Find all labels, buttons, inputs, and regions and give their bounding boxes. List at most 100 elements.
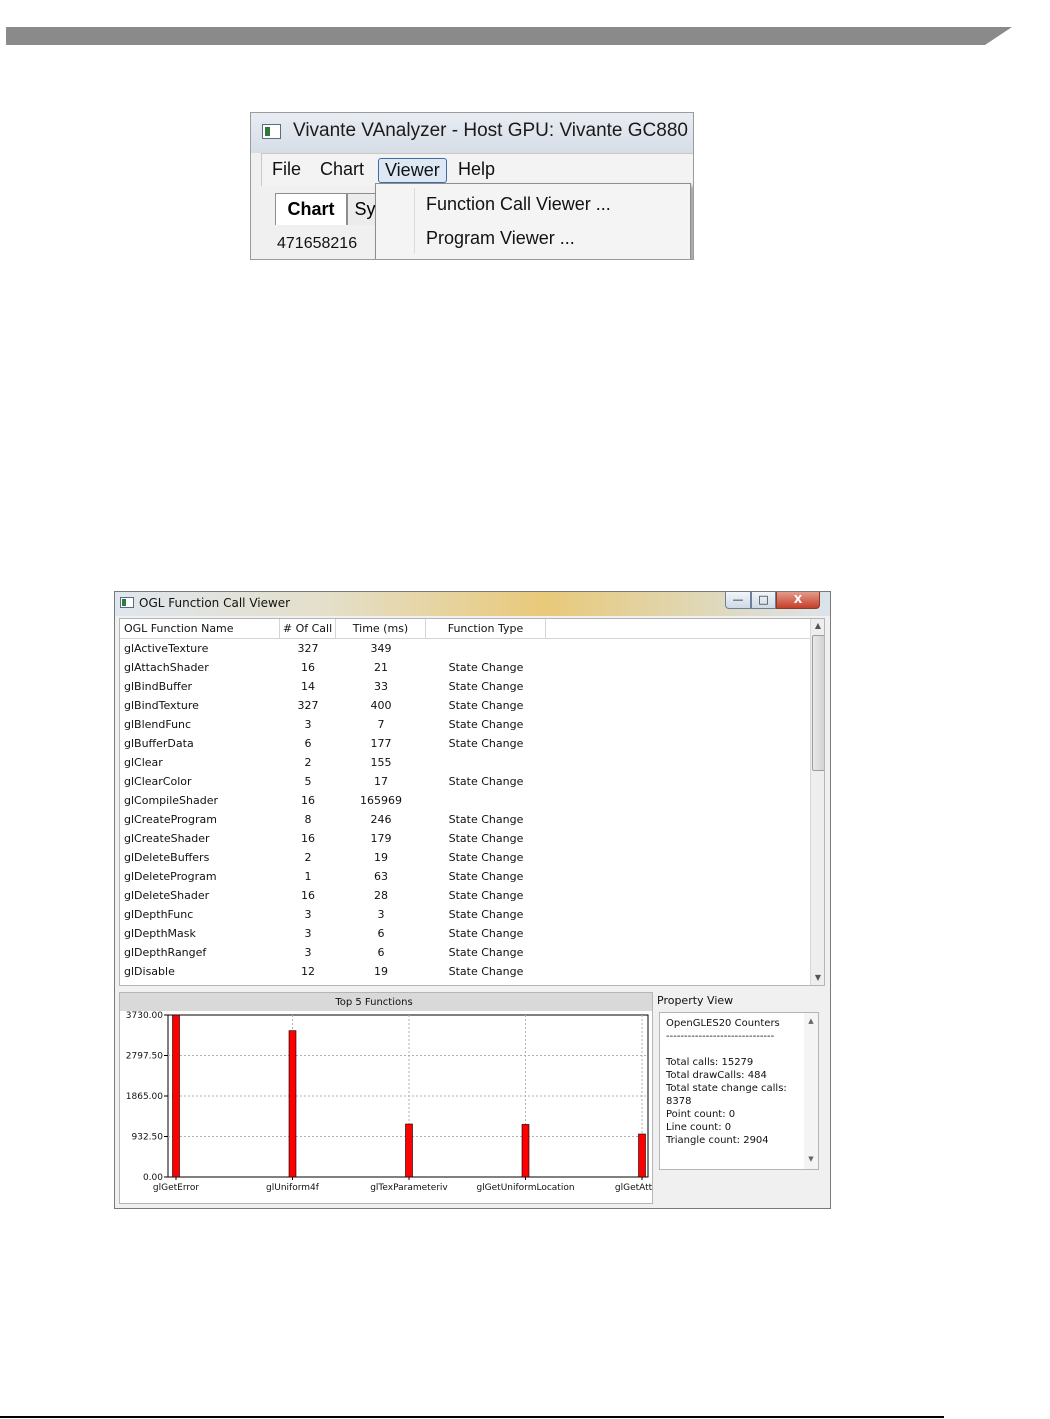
bar-3 [405,1123,413,1178]
table-row[interactable]: glDeleteBuffers 2 19 State Change [120,848,810,867]
table-row[interactable]: glDisable 12 19 State Change [120,962,810,981]
cell-function-type: State Change [448,661,524,674]
cell-function-name: glBindTexture [124,699,199,712]
cell-function-type: State Change [448,813,524,826]
document-header-bar [6,27,1012,45]
cell-function-type: State Change [448,718,524,731]
cell-time: 17 [374,775,388,788]
table-row[interactable]: glDepthFunc 3 3 State Change [120,905,810,924]
table-row[interactable]: glBufferData 6 177 State Change [120,734,810,753]
minimize-button[interactable]: — [725,592,751,609]
column-header-function-type[interactable]: Function Type [426,619,546,638]
table-row[interactable]: glActiveTexture 327 349 [120,639,810,658]
menu-item-function-call-viewer[interactable]: Function Call Viewer ... [426,194,611,215]
column-header-time[interactable]: Time (ms) [336,619,426,638]
cell-function-name: glCreateProgram [124,813,218,826]
ogl-titlebar: OGL Function Call Viewer — □ X [115,592,830,616]
menu-file[interactable]: File [266,158,307,181]
cell-call-count: 2 [304,756,312,769]
cell-function-name: glDepthMask [124,927,196,940]
x-tick-label: glGetError [153,1183,199,1193]
cell-time: 33 [374,680,388,693]
cell-function-type: State Change [448,699,524,712]
menu-help[interactable]: Help [452,158,501,181]
cell-call-count: 6 [304,737,312,750]
cell-function-type: State Change [448,851,524,864]
maximize-button[interactable]: □ [751,592,776,609]
cell-function-name: glClear [124,756,163,769]
cell-function-type: State Change [448,965,524,978]
chart-title: Top 5 Functions [334,997,412,1008]
table-row[interactable]: glCompileShader 16 165969 [120,791,810,810]
cell-time: 179 [370,832,392,845]
table-row[interactable]: glClearColor 5 17 State Change [120,772,810,791]
x-tick-label: glUniform4f [266,1183,320,1193]
cell-time: 19 [374,965,388,978]
cell-call-count: 12 [301,965,315,978]
table-row[interactable]: glAttachShader 16 21 State Change [120,658,810,677]
close-button[interactable]: X [776,592,820,609]
cell-function-type [426,753,546,772]
vanalyzer-menubar: File Chart Viewer Help [261,153,693,186]
cell-time: 21 [374,661,388,674]
cell-function-type: State Change [448,737,524,750]
cell-time: 6 [377,946,385,959]
cell-call-count: 16 [301,661,315,674]
column-header-function-name[interactable]: OGL Function Name [120,619,280,638]
cell-call-count: 2 [304,851,312,864]
cell-call-count: 327 [297,642,319,655]
cell-time: 155 [370,756,392,769]
y-tick-label: 1865.00 [126,1092,163,1102]
y-tick-label: 3730.00 [126,1011,163,1021]
table-row[interactable]: glCreateProgram 8 246 State Change [120,810,810,829]
property-view-text: OpenGLES20 Counters --------------------… [666,1018,787,1146]
scroll-up-arrow-icon[interactable]: ▲ [811,619,824,633]
table-row[interactable]: glDepthRangef 3 6 State Change [120,943,810,962]
column-header-call-count[interactable]: # Of Call [280,619,336,638]
cell-function-name: glDeleteBuffers [124,851,210,864]
cell-function-name: glDeleteProgram [124,870,217,883]
tab-chart[interactable]: Chart [275,193,347,225]
table-row[interactable]: glCreateShader 16 179 State Change [120,829,810,848]
menu-item-program-viewer[interactable]: Program Viewer ... [426,228,575,249]
vanalyzer-titlebar: Vivante VAnalyzer - Host GPU: Vivante GC… [251,113,693,153]
table-row[interactable]: glBlendFunc 3 7 State Change [120,715,810,734]
menu-viewer[interactable]: Viewer [378,158,447,183]
x-tick-label: glTexParameteriv [370,1183,448,1193]
cell-function-name: glBlendFunc [124,718,192,731]
property-view-scrollbar[interactable]: ▲ ▼ [804,1013,818,1169]
table-vertical-scrollbar[interactable]: ▲ ▼ [810,619,824,985]
cell-call-count: 3 [304,946,312,959]
bar-2 [288,1030,297,1178]
bar-1 [172,1014,180,1178]
viewer-dropdown-menu: Function Call Viewer ... Program Viewer … [375,183,691,259]
table-row[interactable]: glClear 2 155 [120,753,810,772]
table-row[interactable]: glDeleteProgram 1 63 State Change [120,867,810,886]
cell-function-type: State Change [448,889,524,902]
cell-function-name: glDisable [124,965,175,978]
table-header: OGL Function Name # Of Call Time (ms) Fu… [120,619,810,639]
cell-time: 400 [370,699,392,712]
cell-function-name: glDeleteShader [124,889,210,902]
table-row[interactable]: glDepthMask 3 6 State Change [120,924,810,943]
cell-call-count: 5 [304,775,312,788]
table-row[interactable]: glDeleteShader 16 28 State Change [120,886,810,905]
chart-counter-value: 471658216 [277,235,358,252]
cell-function-name: glCompileShader [124,794,218,807]
table-row[interactable]: glBindTexture 327 400 State Change [120,696,810,715]
table-row[interactable]: glBindBuffer 14 33 State Change [120,677,810,696]
y-tick-label: 2797.50 [126,1052,163,1062]
cell-call-count: 16 [301,794,315,807]
cell-time: 177 [370,737,392,750]
scroll-up-arrow-icon[interactable]: ▲ [804,1017,818,1025]
menu-chart[interactable]: Chart [314,158,370,181]
scroll-down-arrow-icon[interactable]: ▼ [804,1155,818,1163]
cell-function-name: glClearColor [124,775,192,788]
cell-function-name: glBufferData [124,737,194,750]
app-window-icon [262,124,281,139]
cell-call-count: 3 [304,718,312,731]
property-view-title: Property View [657,994,734,1007]
scroll-down-arrow-icon[interactable]: ▼ [811,971,824,985]
scrollbar-thumb[interactable] [812,635,824,771]
cell-function-type [426,791,546,810]
